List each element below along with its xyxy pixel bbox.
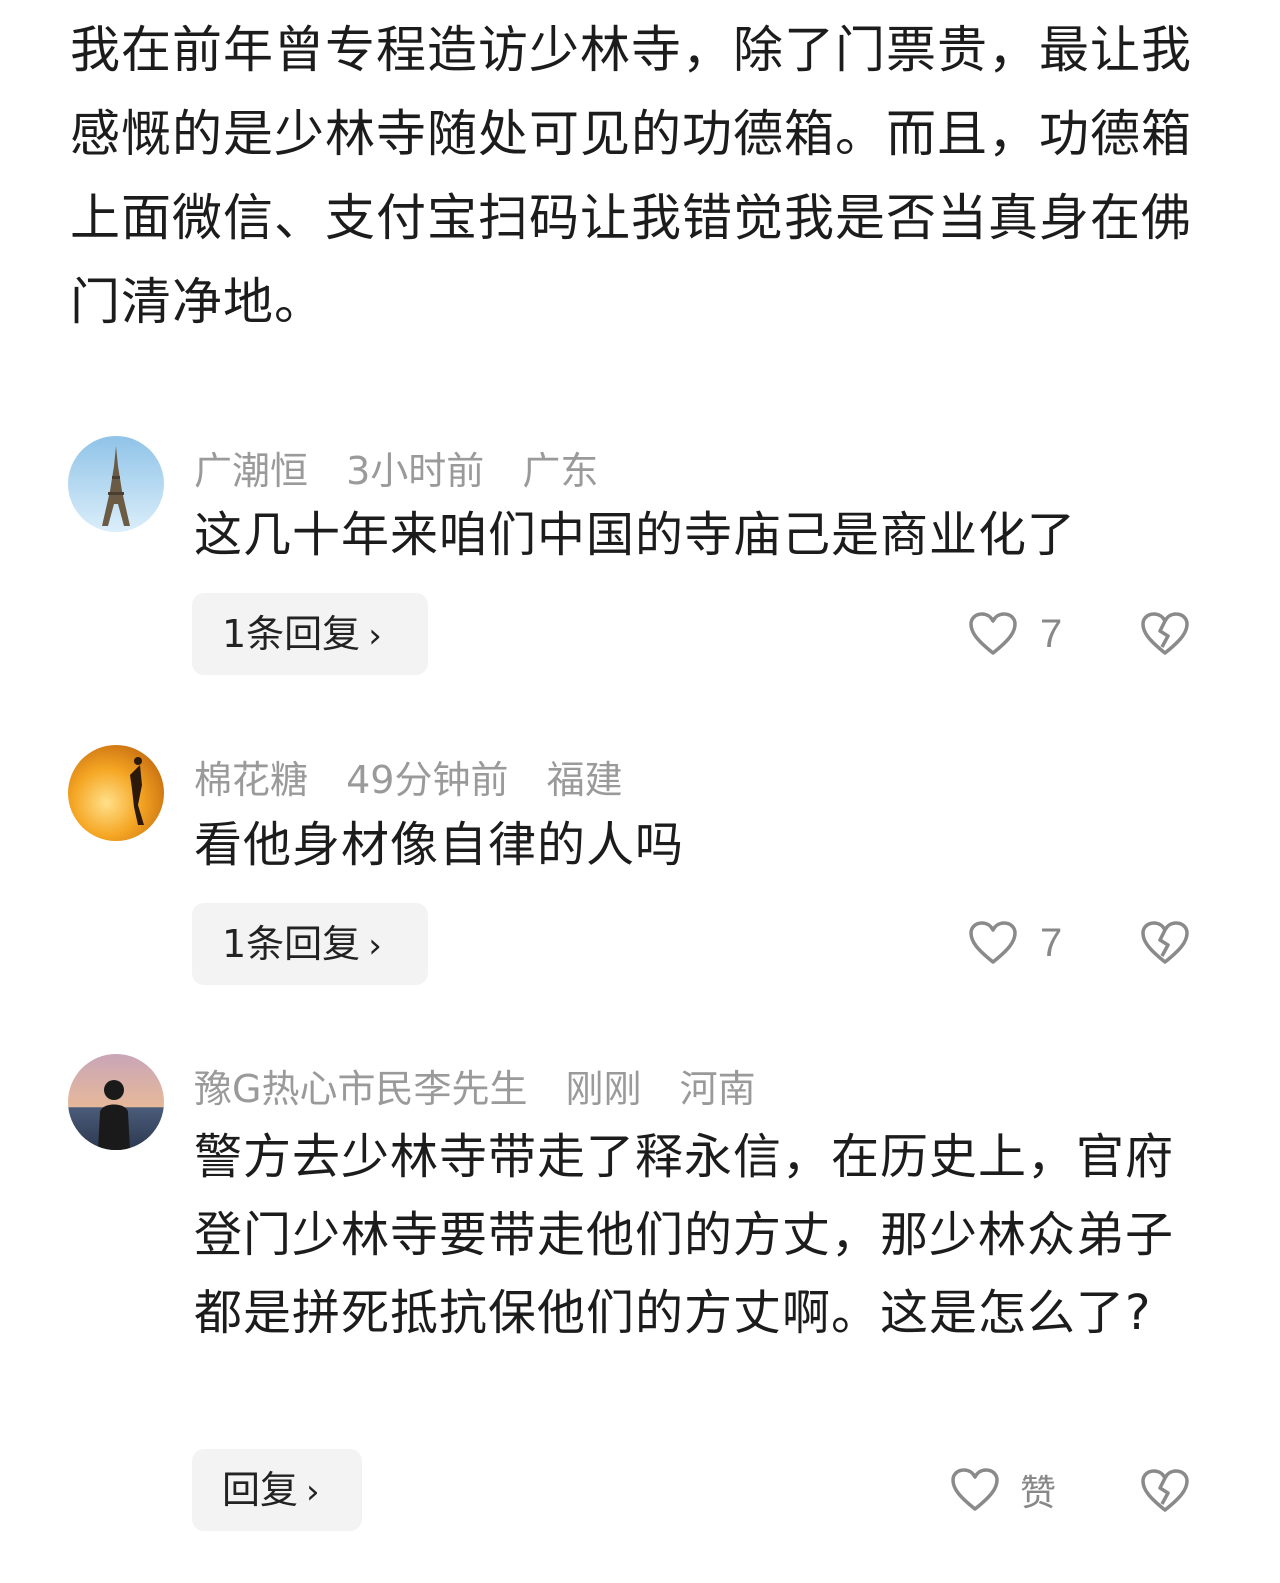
heart-outline-icon	[969, 612, 1017, 655]
dislike-button[interactable]	[1140, 611, 1190, 657]
user-avatar[interactable]	[68, 436, 164, 532]
comment-text: 警方去少林寺带走了释永信，在历史上，官府登门少林寺要带走他们的方丈，那少林众弟子…	[194, 1129, 1175, 1341]
broken-heart-icon	[1141, 1469, 1189, 1512]
comment-username[interactable]: 棉花糖	[194, 758, 308, 802]
sunset-dancer-avatar	[68, 745, 164, 841]
heart-outline-icon	[969, 921, 1017, 964]
view-replies-button[interactable]: 1条回复 ›	[192, 593, 428, 675]
like-button[interactable]: 7	[968, 604, 1062, 664]
dislike-button[interactable]	[1140, 920, 1190, 966]
comment-text: 看他身材像自律的人吗	[194, 817, 685, 873]
comment-location: 广东	[522, 449, 599, 493]
user-avatar[interactable]	[68, 745, 164, 841]
reply-button[interactable]: 回复 ›	[192, 1449, 362, 1531]
eiffel-tower-avatar	[68, 436, 164, 532]
view-replies-button[interactable]: 1条回复 ›	[192, 903, 428, 985]
reply-label: 回复	[222, 1468, 299, 1512]
heart-outline-icon	[951, 1468, 999, 1511]
chevron-right-icon: ›	[368, 926, 382, 966]
comment-time: 3小时前	[346, 449, 485, 493]
chevron-right-icon: ›	[368, 616, 382, 656]
dislike-button[interactable]	[1140, 1468, 1190, 1514]
person-at-sea-avatar	[68, 1054, 164, 1150]
broken-heart-icon	[1141, 612, 1189, 655]
post-text: 我在前年曾专程造访少林寺，除了门票贵，最让我感慨的是少林寺随处可见的功德箱。而且…	[70, 21, 1192, 331]
comment-time: 49分钟前	[346, 758, 509, 802]
comment-time: 刚刚	[565, 1067, 642, 1111]
reply-label: 1条回复	[222, 612, 361, 656]
comment-location: 河南	[679, 1067, 756, 1111]
reply-label: 1条回复	[222, 922, 361, 966]
bottom-overlay	[960, 1548, 1250, 1578]
comment-username[interactable]: 广潮恒	[194, 449, 308, 493]
comment-username[interactable]: 豫G热心市民李先生	[194, 1067, 527, 1111]
comment-meta: 棉花糖 49分钟前 福建	[194, 749, 649, 804]
user-avatar[interactable]	[68, 1054, 164, 1150]
like-count: 赞	[1020, 1473, 1057, 1514]
comment-location: 福建	[546, 758, 623, 802]
like-count: 7	[1040, 920, 1063, 965]
chevron-right-icon: ›	[306, 1472, 320, 1512]
comment-text: 这几十年来咱们中国的寺庙己是商业化了	[194, 507, 1077, 563]
comment-meta: 广潮恒 3小时前 广东	[194, 440, 624, 495]
comment-meta: 豫G热心市民李先生 刚刚 河南	[194, 1058, 782, 1113]
like-button[interactable]: 赞	[950, 1460, 1056, 1520]
like-button[interactable]: 7	[968, 913, 1062, 973]
broken-heart-icon	[1141, 921, 1189, 964]
like-count: 7	[1040, 611, 1063, 656]
